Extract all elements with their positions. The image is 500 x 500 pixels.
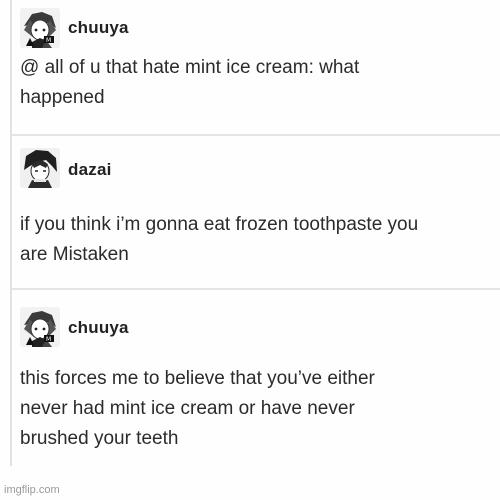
imgflip-watermark: imgflip.com	[4, 484, 60, 496]
post-body-text: this forces me to believe that you’ve ei…	[20, 368, 375, 449]
svg-text:M: M	[46, 336, 51, 343]
svg-text:M: M	[46, 37, 51, 44]
post-thread: M chuuya @ all of u that hate mint ice c…	[10, 0, 500, 470]
post-2: dazai if you think i’m gonna eat frozen …	[12, 136, 500, 290]
post-username[interactable]: dazai	[68, 160, 112, 180]
chuuya-avatar-icon[interactable]: M	[20, 8, 60, 48]
post-3: M chuuya this forces me to believe that …	[12, 290, 500, 466]
post-username[interactable]: chuuya	[68, 18, 129, 38]
dazai-avatar-icon[interactable]	[20, 148, 60, 188]
screenshot-canvas: M chuuya @ all of u that hate mint ice c…	[0, 0, 500, 500]
post-body-text: @ all of u that hate mint ice cream: wha…	[20, 57, 360, 108]
chuuya-avatar-icon[interactable]: M	[20, 307, 60, 347]
post-1: M chuuya @ all of u that hate mint ice c…	[12, 0, 500, 136]
post-username[interactable]: chuuya	[68, 318, 129, 338]
post-body-text: if you think i’m gonna eat frozen toothp…	[20, 214, 419, 265]
